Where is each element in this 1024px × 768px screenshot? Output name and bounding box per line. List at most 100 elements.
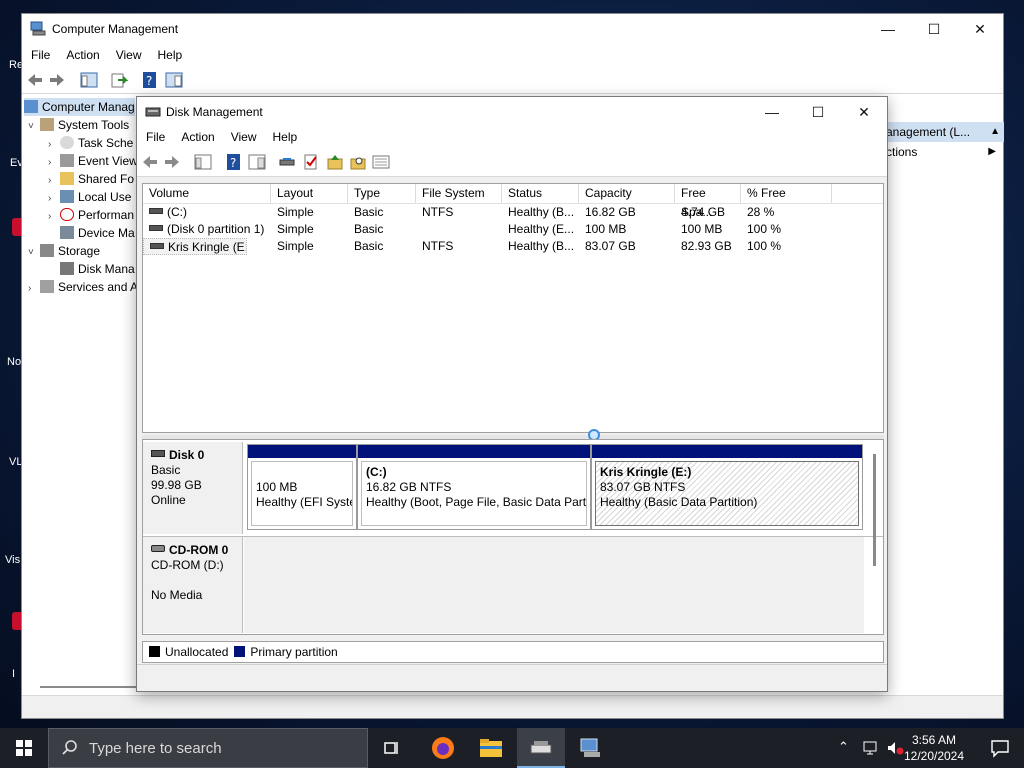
volume-icon: [150, 243, 164, 249]
start-button[interactable]: [0, 728, 48, 768]
close-button[interactable]: ✕: [957, 14, 1003, 44]
chevron-up-icon[interactable]: ⌃: [838, 739, 849, 755]
title-bar[interactable]: Computer Management — ☐ ✕: [22, 14, 1003, 44]
tree-item-disk-management[interactable]: Disk Mana: [48, 260, 135, 278]
desktop-icon-label[interactable]: Vis: [5, 554, 20, 566]
more-actions-item[interactable]: ctions ▶: [886, 142, 1004, 162]
column-header-volume[interactable]: Volume: [143, 184, 271, 203]
export-list-icon[interactable]: [110, 71, 128, 89]
volume-name: Kris Kringle (E:): [168, 240, 247, 254]
show-console-tree-icon[interactable]: [80, 71, 98, 89]
taskbar-firefox[interactable]: [419, 728, 467, 768]
actions-header[interactable]: anagement (L... ▲: [886, 122, 1004, 142]
desktop-icon-label[interactable]: I: [12, 668, 15, 680]
title-bar[interactable]: Disk Management — ☐ ✕: [137, 97, 887, 127]
partition-kris-kringle[interactable]: Kris Kringle (E:) 83.07 GB NTFS Healthy …: [591, 444, 863, 530]
column-header-type[interactable]: Type: [348, 184, 416, 203]
column-header-capacity[interactable]: Capacity: [579, 184, 675, 203]
cdrom-0-label[interactable]: CD-ROM 0 CD-ROM (D:) No Media: [143, 537, 243, 633]
legend: Unallocated Primary partition: [142, 641, 884, 663]
partition-c[interactable]: (C:) 16.82 GB NTFS Healthy (Boot, Page F…: [357, 444, 591, 530]
forward-arrow-icon[interactable]: [163, 153, 181, 171]
volume-name-cell: (Disk 0 partition 1): [143, 221, 271, 238]
partition-name: [256, 465, 352, 480]
column-header-layout[interactable]: Layout: [271, 184, 348, 203]
tree-item-label: Services and A: [58, 280, 139, 294]
menu-view[interactable]: View: [107, 45, 149, 62]
back-arrow-icon[interactable]: [141, 153, 159, 171]
tree-item-system-tools[interactable]: ˅ System Tools: [28, 116, 129, 134]
primary-partition-bar: [592, 445, 862, 458]
taskbar-file-explorer[interactable]: [467, 728, 515, 768]
menu-help[interactable]: Help: [264, 127, 305, 144]
search-folder-icon[interactable]: [349, 153, 367, 171]
vertical-scrollbar[interactable]: [873, 454, 876, 566]
search-box[interactable]: Type here to search: [48, 728, 368, 768]
search-placeholder: Type here to search: [89, 740, 222, 757]
volume-row[interactable]: (C:) Simple Basic NTFS Healthy (B... 16.…: [143, 204, 883, 221]
properties-pane-icon[interactable]: [248, 153, 266, 171]
tree-item-shared-folders[interactable]: › Shared Fo: [48, 170, 134, 188]
network-icon[interactable]: [862, 740, 880, 756]
disk-state: Online: [151, 493, 186, 507]
layout-cell: Simple: [277, 222, 314, 236]
notifications-button[interactable]: [990, 738, 1010, 758]
help-icon[interactable]: ?: [225, 153, 243, 171]
menu-action[interactable]: Action: [57, 45, 106, 62]
minimize-button[interactable]: —: [749, 97, 795, 127]
maximize-button[interactable]: ☐: [795, 97, 841, 127]
back-arrow-icon[interactable]: [26, 71, 44, 89]
computer-management-icon: [24, 100, 38, 113]
checklist-icon[interactable]: [302, 153, 320, 171]
menu-action[interactable]: Action: [172, 127, 221, 144]
tree-item-performance[interactable]: › Performan: [48, 206, 134, 224]
minimize-button[interactable]: —: [865, 14, 911, 44]
chevron-right-icon[interactable]: ›: [28, 280, 40, 298]
collapse-up-icon[interactable]: ▲: [990, 122, 1000, 142]
disk-management-icon: [530, 741, 552, 754]
close-button[interactable]: ✕: [841, 97, 887, 127]
tree-item-label: Disk Mana: [78, 262, 135, 276]
tree-item-local-users[interactable]: › Local Use: [48, 188, 131, 206]
tree-item-services-and-applications[interactable]: › Services and A: [28, 278, 138, 296]
menu-file[interactable]: File: [22, 45, 57, 62]
show-console-tree-icon[interactable]: [194, 153, 212, 171]
menu-help[interactable]: Help: [149, 45, 190, 62]
capacity-cell: 100 MB: [585, 222, 627, 236]
chevron-down-icon[interactable]: ˅: [28, 244, 40, 262]
column-header-percent-free[interactable]: % Free: [741, 184, 832, 203]
tree-item-event-viewer[interactable]: › Event View: [48, 152, 138, 170]
tree-item-device-manager[interactable]: Device Ma: [48, 224, 135, 242]
disk-0-label[interactable]: Disk 0 Basic 99.98 GB Online: [143, 442, 243, 534]
forward-arrow-icon[interactable]: [48, 71, 66, 89]
connect-disk-icon[interactable]: [278, 153, 296, 171]
folder-up-icon[interactable]: [326, 153, 344, 171]
volume-name-cell: Kris Kringle (E:): [143, 238, 247, 255]
tree-item-computer-management[interactable]: Computer Manag: [24, 98, 135, 116]
tree-item-label: Event View: [78, 154, 138, 168]
maximize-button[interactable]: ☐: [911, 14, 957, 44]
volume-row[interactable]: (Disk 0 partition 1) Simple Basic Health…: [143, 221, 883, 238]
show-action-pane-icon[interactable]: [165, 71, 183, 89]
column-header-free-space[interactable]: Free Spa...: [675, 184, 741, 219]
partition-efi[interactable]: 100 MB Healthy (EFI Syste: [247, 444, 357, 530]
tree-item-storage[interactable]: ˅ Storage: [28, 242, 100, 260]
menu-view[interactable]: View: [222, 127, 264, 144]
volume-row[interactable]: Kris Kringle (E:) Simple Basic NTFS Heal…: [143, 238, 883, 255]
tree-item-task-scheduler[interactable]: › Task Sche: [48, 134, 133, 152]
menu-file[interactable]: File: [137, 127, 172, 144]
column-header-status[interactable]: Status: [502, 184, 579, 203]
clock[interactable]: 3:56 AM 12/20/2024: [899, 732, 969, 764]
folder-icon: [480, 739, 502, 757]
task-view-button[interactable]: [368, 728, 416, 768]
chevron-down-icon[interactable]: ˅: [28, 118, 40, 136]
column-header-file-system[interactable]: File System: [416, 184, 502, 203]
desktop-icon-label[interactable]: No: [7, 356, 21, 368]
taskbar-computer-management[interactable]: [566, 728, 614, 768]
help-icon[interactable]: ?: [141, 71, 159, 89]
taskbar-disk-management[interactable]: [517, 728, 565, 768]
details-view-icon[interactable]: [372, 153, 390, 171]
toolbar: ?: [22, 67, 1003, 94]
actions-pane: anagement (L... ▲ ctions ▶: [886, 122, 1004, 162]
hard-disk-icon: [151, 450, 165, 457]
